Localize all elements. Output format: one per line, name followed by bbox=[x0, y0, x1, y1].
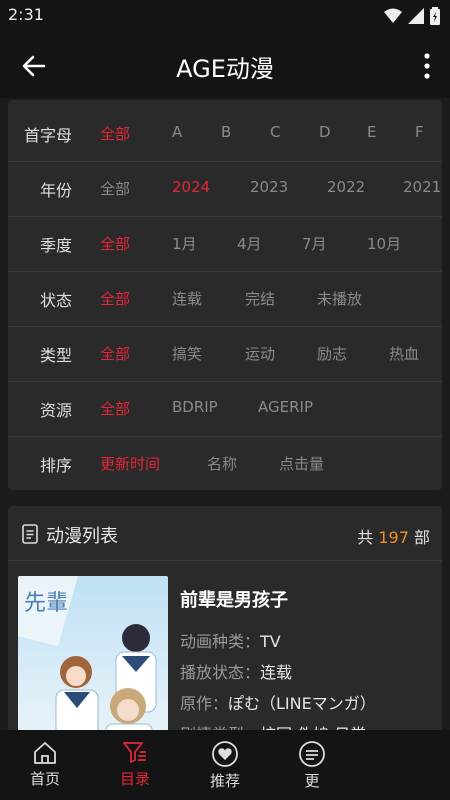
anime-origin: 原作：ぽむ（LINEマンガ） bbox=[180, 690, 376, 714]
filter-option[interactable]: 2024 bbox=[172, 178, 210, 196]
meta-value: 连载 bbox=[260, 663, 293, 682]
filter-option[interactable]: E bbox=[367, 123, 376, 141]
filter-panel: 首字母 全部 A B C D E F 年份 全部 2024 2023 2022 … bbox=[8, 100, 442, 490]
count-number: 197 bbox=[378, 528, 409, 547]
filter-option[interactable]: 7月 bbox=[302, 233, 327, 254]
wifi-icon bbox=[384, 8, 402, 23]
signal-icon bbox=[408, 8, 424, 24]
document-list-icon bbox=[22, 524, 38, 544]
meta-value: ぽむ（LINEマンガ） bbox=[228, 694, 376, 713]
nav-catalog[interactable]: 目录 bbox=[100, 740, 170, 789]
filter-option[interactable]: 点击量 bbox=[279, 453, 324, 474]
filter-label: 类型 bbox=[40, 346, 73, 365]
anime-list-item[interactable]: 先輩 前辈是男孩子 动画种类：TV 播放状态：连载 原作：ぽむ（LINEマンガ）… bbox=[8, 562, 442, 736]
filter-option[interactable]: A bbox=[172, 123, 182, 141]
list-header: 动漫列表 共 197 部 bbox=[8, 506, 442, 561]
filter-option[interactable]: 未播放 bbox=[317, 288, 362, 309]
list-title: 动漫列表 bbox=[46, 526, 118, 547]
filter-label: 年份 bbox=[40, 181, 73, 200]
anime-cover-image[interactable]: 先輩 bbox=[18, 576, 168, 736]
filter-row-genre: 类型 全部 搞笑 运动 励志 热血 bbox=[8, 326, 442, 382]
list-count: 共 197 部 bbox=[357, 524, 430, 548]
filter-option[interactable]: 2023 bbox=[250, 178, 288, 196]
battery-icon bbox=[430, 7, 440, 25]
anime-title[interactable]: 前辈是男孩子 bbox=[180, 586, 288, 612]
filter-option[interactable]: 全部 bbox=[100, 343, 130, 364]
count-prefix: 共 bbox=[357, 528, 374, 547]
filter-option[interactable]: B bbox=[221, 123, 231, 141]
filter-row-initial: 首字母 全部 A B C D E F bbox=[8, 106, 442, 162]
filter-option[interactable]: 励志 bbox=[317, 343, 347, 364]
filter-option[interactable]: 全部 bbox=[100, 123, 130, 144]
filter-option[interactable]: 热血 bbox=[389, 343, 419, 364]
filter-option[interactable]: 4月 bbox=[237, 233, 262, 254]
filter-label: 排序 bbox=[40, 456, 73, 475]
filter-option[interactable]: D bbox=[319, 123, 331, 141]
bottom-nav: 首页 目录 推荐 更 bbox=[0, 730, 450, 800]
filter-row-season: 季度 全部 1月 4月 7月 10月 bbox=[8, 216, 442, 272]
svg-text:先輩: 先輩 bbox=[24, 591, 68, 616]
filter-option[interactable]: 全部 bbox=[100, 233, 130, 254]
filter-option[interactable]: 更新时间 bbox=[100, 453, 160, 474]
filter-option[interactable]: 连载 bbox=[172, 288, 202, 309]
filter-label: 资源 bbox=[40, 401, 73, 420]
filter-option[interactable]: 全部 bbox=[100, 398, 130, 419]
filter-option[interactable]: 2021 bbox=[403, 178, 441, 196]
count-suffix: 部 bbox=[413, 528, 430, 547]
filter-label: 季度 bbox=[40, 236, 73, 255]
filter-row-year: 年份 全部 2024 2023 2022 2021 bbox=[8, 161, 442, 217]
catalog-filter-icon bbox=[123, 742, 146, 763]
more-vertical-icon[interactable] bbox=[422, 52, 432, 80]
filter-option[interactable]: 10月 bbox=[367, 233, 401, 254]
nav-label: 推荐 bbox=[209, 772, 240, 790]
app-title: AGE动漫 bbox=[176, 55, 274, 83]
status-time: 2:31 bbox=[8, 5, 44, 24]
filter-option[interactable]: 完结 bbox=[245, 288, 275, 309]
nav-label: 更 bbox=[304, 772, 320, 790]
more-circle-icon bbox=[299, 741, 325, 767]
filter-option[interactable]: 全部 bbox=[100, 178, 130, 199]
filter-option[interactable]: C bbox=[270, 123, 280, 141]
nav-label: 首页 bbox=[29, 770, 60, 788]
meta-label: 原作： bbox=[180, 694, 229, 713]
filter-option[interactable]: 1月 bbox=[172, 233, 197, 254]
filter-row-status: 状态 全部 连载 完结 未播放 bbox=[8, 271, 442, 327]
filter-label: 状态 bbox=[40, 291, 73, 310]
filter-row-sort: 排序 更新时间 名称 点击量 bbox=[8, 436, 442, 490]
status-bar: 2:31 bbox=[0, 0, 450, 32]
filter-label: 首字母 bbox=[24, 126, 73, 145]
nav-home[interactable]: 首页 bbox=[10, 740, 80, 789]
nav-more[interactable]: 更 bbox=[277, 740, 347, 791]
filter-option[interactable]: 搞笑 bbox=[172, 343, 202, 364]
anime-status: 播放状态：连载 bbox=[180, 659, 292, 683]
heart-icon bbox=[212, 741, 238, 767]
status-icons bbox=[384, 6, 440, 26]
filter-option[interactable]: 名称 bbox=[207, 453, 237, 474]
filter-row-resource: 资源 全部 BDRIP AGERIP bbox=[8, 381, 442, 437]
home-icon bbox=[34, 742, 56, 764]
filter-option[interactable]: BDRIP bbox=[172, 398, 218, 416]
meta-label: 播放状态： bbox=[180, 663, 261, 682]
nav-recommend[interactable]: 推荐 bbox=[190, 740, 260, 791]
filter-option[interactable]: 2022 bbox=[327, 178, 365, 196]
nav-label: 目录 bbox=[119, 770, 150, 788]
filter-option[interactable]: AGERIP bbox=[258, 398, 313, 416]
anime-type: 动画种类：TV bbox=[180, 628, 281, 652]
anime-list: 动漫列表 共 197 部 先輩 前辈是男孩子 动画种类：TV 播放状态：连载 原… bbox=[8, 506, 442, 736]
filter-option[interactable]: F bbox=[415, 123, 424, 141]
filter-option[interactable]: 运动 bbox=[245, 343, 275, 364]
meta-value: TV bbox=[260, 632, 281, 651]
meta-label: 动画种类： bbox=[180, 632, 261, 651]
app-bar: AGE动漫 bbox=[0, 32, 450, 98]
filter-option[interactable]: 全部 bbox=[100, 288, 130, 309]
